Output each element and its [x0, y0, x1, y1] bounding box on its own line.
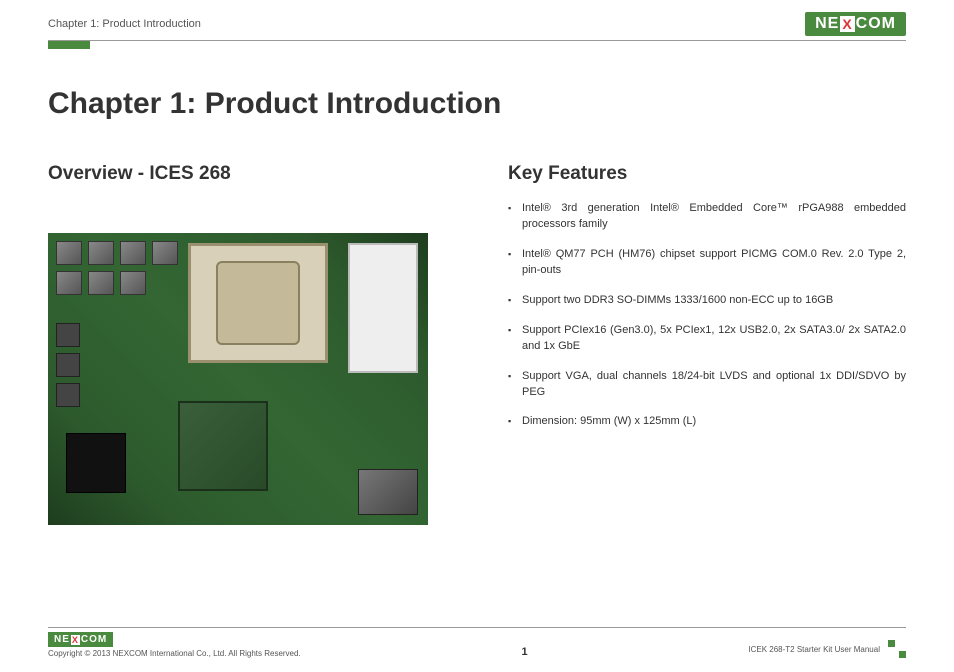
footer-right: ICEK 268-T2 Starter Kit User Manual: [748, 640, 906, 658]
page-header: Chapter 1: Product Introduction NEXCOM: [48, 0, 906, 41]
feature-item: Support VGA, dual channels 18/24-bit LVD…: [508, 369, 906, 401]
capacitor: [120, 241, 146, 265]
small-chip: [56, 323, 80, 347]
cpu-socket-center: [216, 261, 300, 345]
capacitor: [88, 271, 114, 295]
footer-nexcom-logo: NEXCOM: [48, 632, 113, 647]
page-footer: NEXCOM Copyright © 2013 NEXCOM Internati…: [48, 627, 906, 658]
breadcrumb: Chapter 1: Product Introduction: [48, 18, 201, 30]
content-columns: Overview - ICES 268: [48, 163, 906, 525]
capacitor-row-top: [56, 241, 178, 265]
capacitor: [88, 241, 114, 265]
accent-bar: [48, 41, 90, 49]
side-chips: [56, 323, 80, 407]
features-title: Key Features: [508, 163, 906, 185]
nexcom-logo: NEXCOM: [805, 12, 906, 36]
footer-logo-post: COM: [81, 634, 107, 645]
overview-column: Overview - ICES 268: [48, 163, 468, 525]
capacitor: [120, 271, 146, 295]
footer-logo-x: X: [71, 635, 80, 645]
feature-item: Dimension: 95mm (W) x 125mm (L): [508, 414, 906, 430]
feature-item: Intel® QM77 PCH (HM76) chipset support P…: [508, 247, 906, 279]
memory-slot: [348, 243, 418, 373]
features-list: Intel® 3rd generation Intel® Embedded Co…: [508, 201, 906, 430]
feature-item: Intel® 3rd generation Intel® Embedded Co…: [508, 201, 906, 233]
pch-chip: [178, 401, 268, 491]
capacitor-row-2: [56, 271, 146, 295]
capacitor: [152, 241, 178, 265]
regulator-block: [358, 469, 418, 515]
feature-item: Support two DDR3 SO-DIMMs 1333/1600 non-…: [508, 293, 906, 309]
logo-pre: NE: [815, 15, 839, 33]
manual-name: ICEK 268-T2 Starter Kit User Manual: [748, 645, 880, 654]
capacitor: [56, 271, 82, 295]
black-chip: [66, 433, 126, 493]
capacitor: [56, 241, 82, 265]
small-chip: [56, 383, 80, 407]
features-column: Key Features Intel® 3rd generation Intel…: [508, 163, 906, 525]
footer-mark-icon: [888, 640, 906, 658]
footer-left: NEXCOM Copyright © 2013 NEXCOM Internati…: [48, 632, 301, 658]
logo-x: X: [840, 16, 854, 32]
cpu-socket: [188, 243, 328, 363]
page-number: 1: [521, 646, 527, 658]
feature-item: Support PCIex16 (Gen3.0), 5x PCIex1, 12x…: [508, 323, 906, 355]
chapter-title: Chapter 1: Product Introduction: [48, 87, 906, 121]
small-chip: [56, 353, 80, 377]
overview-title: Overview - ICES 268: [48, 163, 468, 185]
footer-logo-pre: NE: [54, 634, 70, 645]
logo-post: COM: [856, 15, 896, 33]
copyright-text: Copyright © 2013 NEXCOM International Co…: [48, 649, 301, 658]
product-board-image: [48, 233, 428, 525]
